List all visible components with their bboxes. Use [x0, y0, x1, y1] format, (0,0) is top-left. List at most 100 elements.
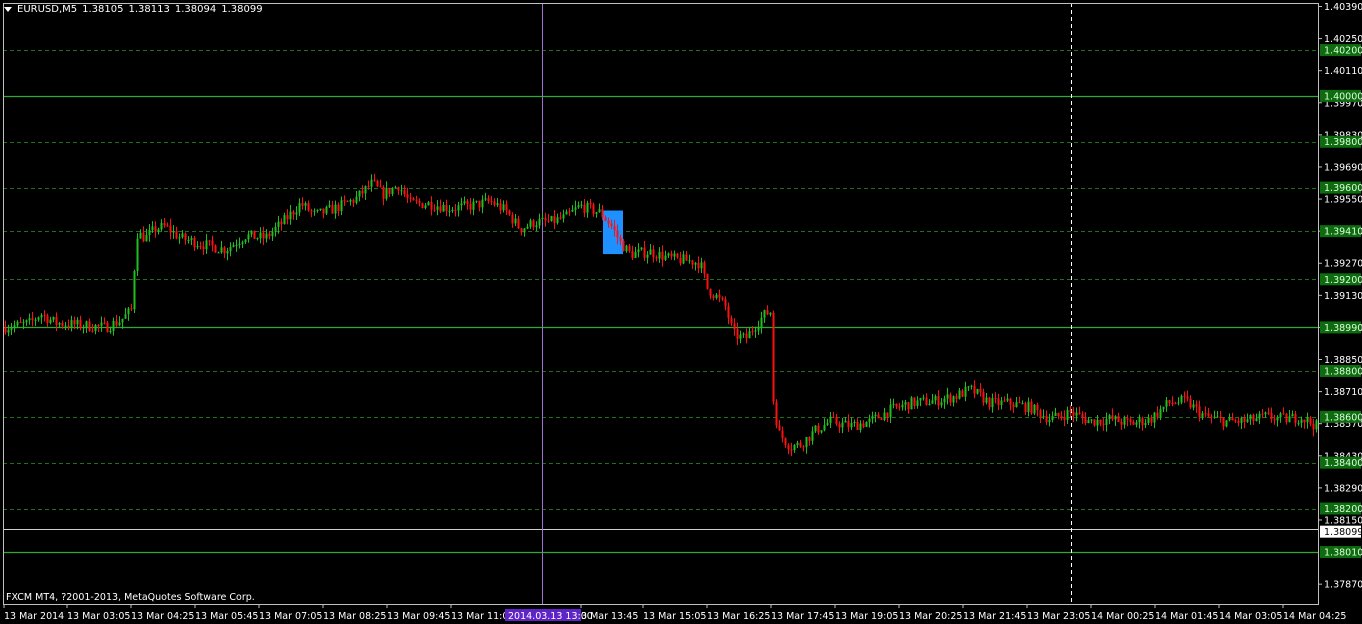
candle-body: [406, 194, 409, 198]
candle-body: [463, 201, 466, 204]
candle-body: [289, 211, 292, 220]
time-axis-label: 13 Mar 04:25: [131, 611, 194, 622]
price-chart-canvas[interactable]: 1.403901.402501.401101.399701.398301.396…: [0, 0, 1362, 624]
candle-body: [49, 319, 52, 324]
candle-body: [1312, 423, 1315, 430]
candle-body: [349, 200, 352, 202]
candle-body: [346, 200, 349, 202]
candle-body: [1132, 421, 1135, 425]
candle-body: [427, 202, 430, 206]
candle-body: [589, 202, 592, 205]
candle-body: [868, 418, 871, 422]
candle-body: [334, 204, 337, 214]
candle-body: [640, 247, 643, 250]
candle-body: [235, 245, 238, 247]
price-scale-label: 1.38850: [1324, 355, 1362, 366]
candle-body: [181, 233, 184, 238]
candle-body: [160, 223, 163, 230]
price-scale-label: 1.40390: [1324, 2, 1362, 13]
candle-body: [436, 206, 439, 210]
symbol-timeframe: EURUSD,M5: [17, 3, 78, 15]
candle-body: [220, 247, 223, 253]
candle-body: [1102, 423, 1105, 425]
candle-body: [1174, 403, 1177, 405]
candle-body: [193, 238, 196, 248]
candle-body: [1171, 402, 1174, 404]
candle-body: [1282, 413, 1285, 415]
candle-body: [595, 212, 598, 214]
candle-body: [1267, 412, 1270, 414]
ohlc-low: 1.38094: [174, 3, 217, 15]
price-scale-label: 1.38710: [1324, 387, 1362, 398]
candle-body: [4, 326, 7, 333]
candle-body: [919, 398, 922, 401]
candle-body: [157, 229, 160, 232]
candle-body: [1255, 418, 1258, 421]
candle-body: [724, 299, 727, 307]
level-price-label: 1.38010: [1324, 548, 1362, 559]
candle-body: [796, 442, 799, 446]
candle-body: [1099, 419, 1102, 424]
ohlc-open: 1.38105: [82, 3, 124, 15]
candle-body: [355, 196, 358, 203]
candle-body: [1249, 414, 1252, 420]
candle-body: [1078, 412, 1081, 415]
candle-body: [22, 322, 25, 324]
candle-body: [523, 228, 526, 233]
candle-body: [559, 217, 562, 219]
candle-body: [874, 414, 877, 417]
candle-body: [958, 390, 961, 399]
candle-body: [487, 198, 490, 202]
candle-body: [214, 245, 217, 253]
candle-body: [286, 215, 289, 220]
candle-body: [859, 423, 862, 430]
candle-body: [460, 203, 463, 206]
candle-body: [490, 201, 493, 203]
candle-body: [19, 321, 22, 323]
candle-body: [736, 329, 739, 339]
price-scale-label: 1.39690: [1324, 162, 1362, 173]
candle-body: [1105, 419, 1108, 425]
collapse-triangle-icon[interactable]: [4, 6, 12, 12]
level-price-label: 1.39600: [1324, 183, 1362, 194]
candle-body: [769, 312, 772, 315]
candle-body: [850, 423, 853, 428]
candle-body: [145, 234, 148, 242]
price-scale-label: 1.39130: [1324, 291, 1362, 302]
candle-body: [1024, 403, 1027, 413]
candle-body: [637, 249, 640, 253]
level-price-label: 1.39800: [1324, 137, 1362, 148]
candle-body: [118, 322, 121, 326]
candle-body: [52, 316, 55, 320]
candle-body: [946, 394, 949, 399]
candle-body: [817, 425, 820, 433]
time-axis-label: 13 Mar 17:45: [771, 611, 834, 622]
candle-body: [727, 306, 730, 319]
candle-body: [163, 223, 166, 226]
candle-body: [661, 251, 664, 260]
candle-body: [610, 223, 613, 227]
candle-body: [1237, 420, 1240, 423]
candle-body: [373, 179, 376, 181]
candle-body: [448, 210, 451, 212]
candle-body: [1297, 422, 1300, 424]
candle-body: [1285, 413, 1288, 423]
candle-body: [316, 210, 319, 212]
candle-body: [721, 297, 724, 300]
candle-body: [43, 315, 46, 317]
candle-body: [751, 331, 754, 333]
candle-body: [1279, 413, 1282, 418]
candle-body: [853, 421, 856, 424]
candle-body: [976, 388, 979, 394]
candle-body: [835, 417, 838, 425]
candle-body: [1141, 418, 1144, 426]
candle-body: [961, 390, 964, 397]
candle-body: [706, 273, 709, 289]
candle-body: [499, 203, 502, 211]
candle-body: [1273, 419, 1276, 421]
candle-body: [1195, 404, 1198, 407]
level-price-label: 1.38800: [1324, 366, 1362, 377]
candle-body: [1006, 398, 1009, 401]
candle-body: [550, 215, 553, 222]
candle-body: [880, 418, 883, 420]
